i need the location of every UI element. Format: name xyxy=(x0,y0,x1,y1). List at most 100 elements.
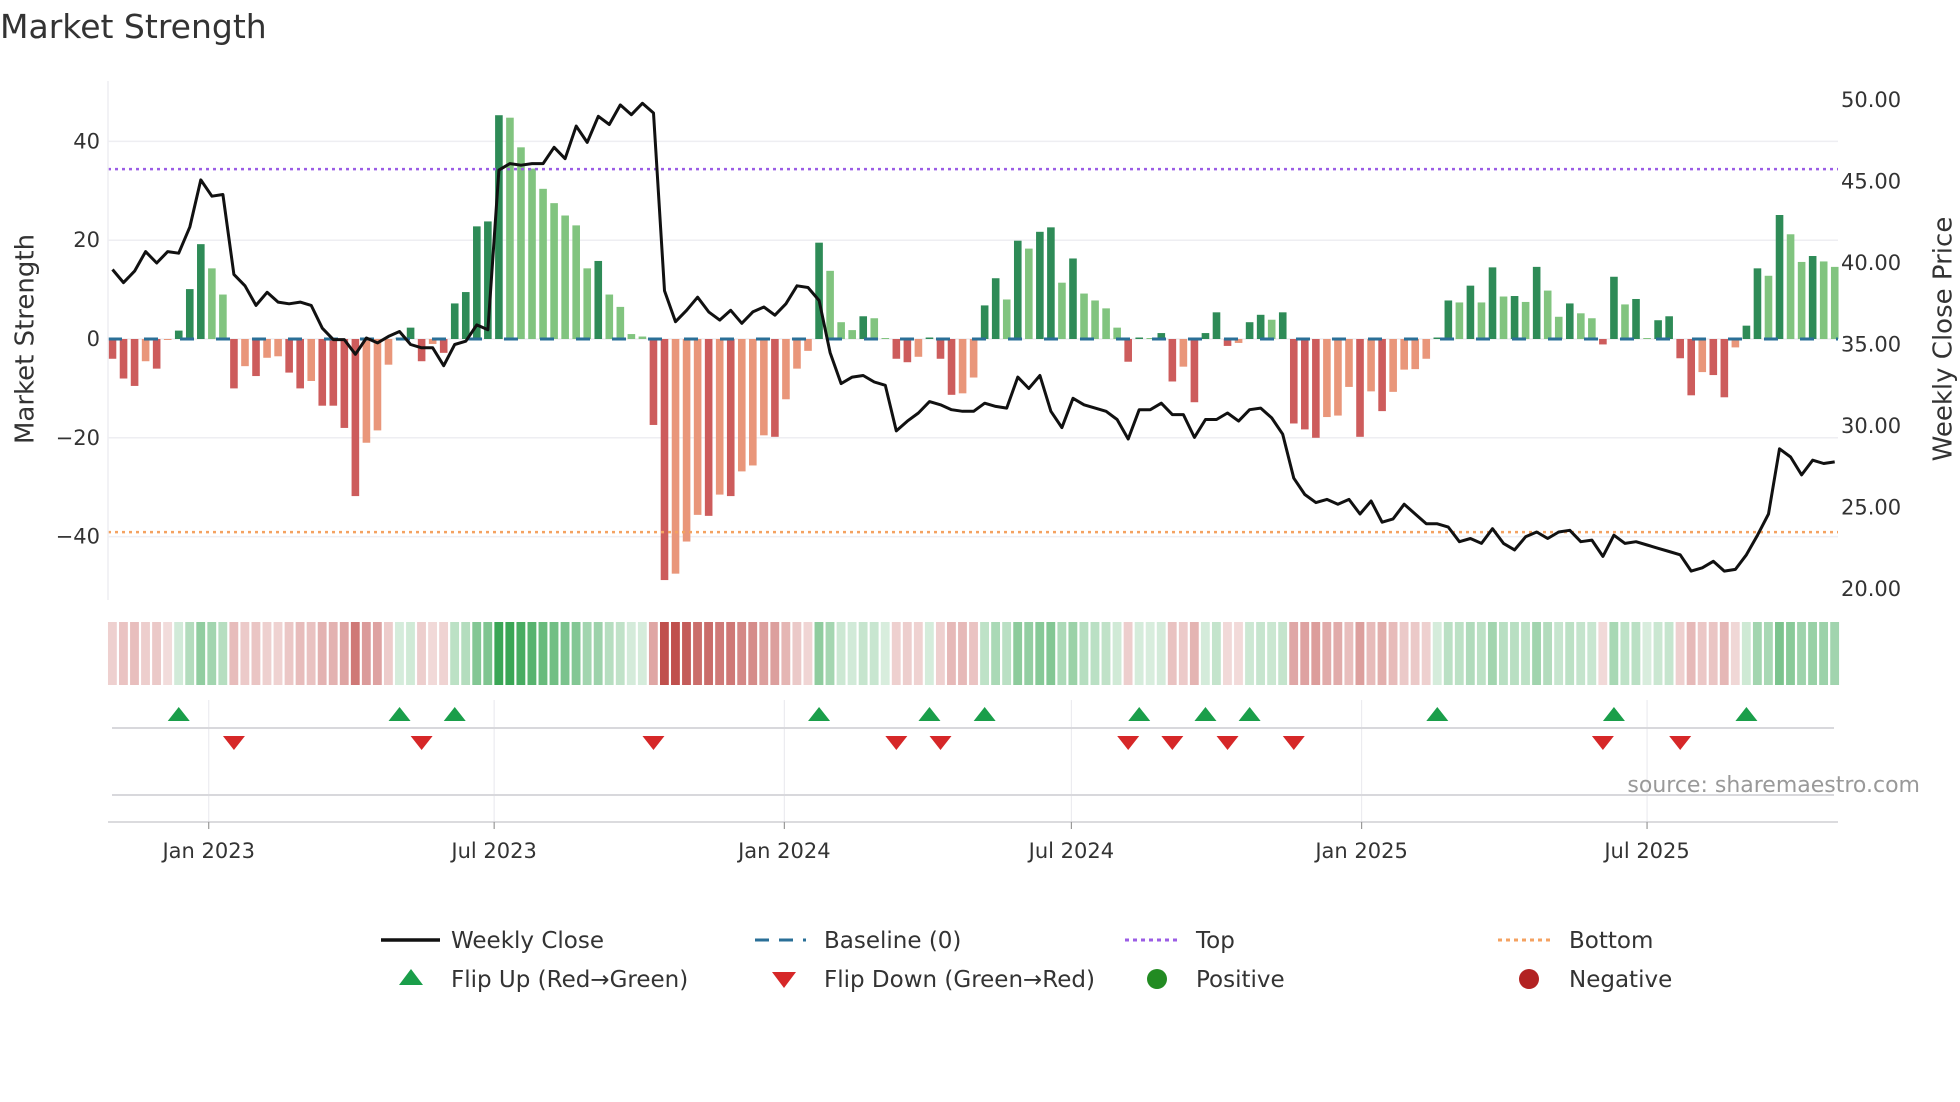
heat-cell xyxy=(527,622,537,685)
bar-negative xyxy=(1345,339,1353,387)
heat-cell xyxy=(483,622,493,685)
bar-positive xyxy=(638,336,647,339)
heat-cell xyxy=(947,622,956,685)
heat-cell xyxy=(1399,622,1409,685)
heat-cell xyxy=(1631,622,1641,685)
heat-strip xyxy=(107,622,1840,685)
bar-negative xyxy=(241,339,249,367)
heat-cell xyxy=(648,622,658,685)
bar-negative xyxy=(1720,339,1729,398)
bar-positive xyxy=(1753,268,1762,339)
bar-positive xyxy=(1654,320,1662,339)
bar-positive xyxy=(1488,267,1497,339)
heat-cell xyxy=(1211,622,1221,685)
x-tick-label: Jul 2025 xyxy=(1602,839,1689,863)
heat-cell xyxy=(339,622,349,685)
bar-positive xyxy=(594,260,603,339)
heat-cell xyxy=(1300,622,1310,685)
bar-positive xyxy=(528,168,536,339)
heat-cell xyxy=(1752,622,1762,685)
heat-cell xyxy=(704,622,713,685)
bar-negative xyxy=(1389,339,1397,392)
heat-cell xyxy=(306,622,316,685)
bar-positive xyxy=(1102,308,1110,339)
heat-cell xyxy=(317,622,327,685)
bar-positive xyxy=(1212,312,1221,339)
heat-cell xyxy=(295,622,305,685)
heat-cell xyxy=(1145,622,1155,685)
flip-down-marker xyxy=(1161,736,1184,750)
heat-cell xyxy=(538,622,548,685)
heat-cell xyxy=(1256,622,1265,685)
heat-cell xyxy=(107,622,117,685)
bar-positive xyxy=(1621,304,1629,339)
bar-positive xyxy=(197,244,205,339)
heat-cell xyxy=(1819,622,1829,685)
x-tick-label: Jan 2025 xyxy=(1313,839,1408,863)
heat-cell xyxy=(505,622,515,685)
heat-cell xyxy=(119,622,128,685)
y-tick-label-left: 20 xyxy=(73,228,100,252)
bar-positive xyxy=(980,305,989,339)
bar-negative xyxy=(119,339,128,379)
bar-positive xyxy=(1665,316,1673,339)
flip-down-marker xyxy=(410,736,433,750)
heat-cell xyxy=(1730,622,1740,685)
bar-positive xyxy=(627,334,636,339)
bar-positive xyxy=(1554,316,1563,339)
heat-cell xyxy=(1532,622,1541,685)
bar-negative xyxy=(1422,339,1431,359)
bar-positive xyxy=(1036,231,1044,339)
flip-down-marker xyxy=(1117,736,1140,750)
heat-cell xyxy=(1443,622,1453,685)
bar-positive xyxy=(1643,338,1651,339)
heat-cell xyxy=(1167,622,1177,685)
heat-cell xyxy=(880,622,890,685)
bar-positive xyxy=(572,225,580,339)
bar-positive xyxy=(1466,285,1475,339)
bar-negative xyxy=(329,339,338,406)
heat-cell xyxy=(1377,622,1387,685)
y-tick-label-right: 50.00 xyxy=(1841,88,1901,112)
flip-down-marker xyxy=(1216,736,1239,750)
heat-cell xyxy=(185,622,195,685)
bar-negative xyxy=(263,339,271,358)
flip-down-triangle-icon xyxy=(772,972,796,988)
heat-cell xyxy=(958,622,967,685)
bar-positive xyxy=(1091,300,1099,339)
bar-negative xyxy=(362,339,371,443)
bar-positive xyxy=(837,322,845,339)
heat-cell xyxy=(969,622,978,685)
bar-negative xyxy=(285,339,293,373)
y-axis-label-right: Weekly Close Price xyxy=(1929,217,1959,462)
heat-cell xyxy=(1476,622,1486,685)
heat-cell xyxy=(847,622,857,685)
bar-negative xyxy=(1411,339,1420,370)
bar-negative xyxy=(693,339,702,515)
flip-up-marker xyxy=(1426,707,1449,721)
flip-up-marker xyxy=(973,707,996,721)
heat-cell xyxy=(991,622,1001,685)
heat-cell xyxy=(1410,622,1420,685)
heat-cell xyxy=(593,622,603,685)
heat-cell xyxy=(980,622,989,685)
bar-positive xyxy=(1444,300,1453,339)
bar-negative xyxy=(1190,339,1199,403)
market-strength-chart: Market Strength Jan 2023 Jul 2023 Jan 2024… xyxy=(0,7,1959,993)
heat-cell xyxy=(1178,622,1188,685)
bar-positive xyxy=(473,226,481,339)
bar-negative xyxy=(737,339,746,472)
bar-positive xyxy=(1025,248,1033,339)
heat-cell xyxy=(361,622,371,685)
bar-positive xyxy=(1245,322,1254,339)
bar-positive xyxy=(1278,312,1287,339)
legend-bottom: Bottom xyxy=(1569,928,1653,954)
bar-negative xyxy=(749,339,757,466)
positive-dot-icon xyxy=(1147,969,1167,989)
heat-cell xyxy=(902,622,912,685)
flip-up-marker xyxy=(1602,707,1625,721)
heat-cell xyxy=(1432,622,1442,685)
bar-positive xyxy=(1267,319,1276,339)
heat-cell xyxy=(781,622,791,685)
heat-cell xyxy=(1675,622,1685,685)
